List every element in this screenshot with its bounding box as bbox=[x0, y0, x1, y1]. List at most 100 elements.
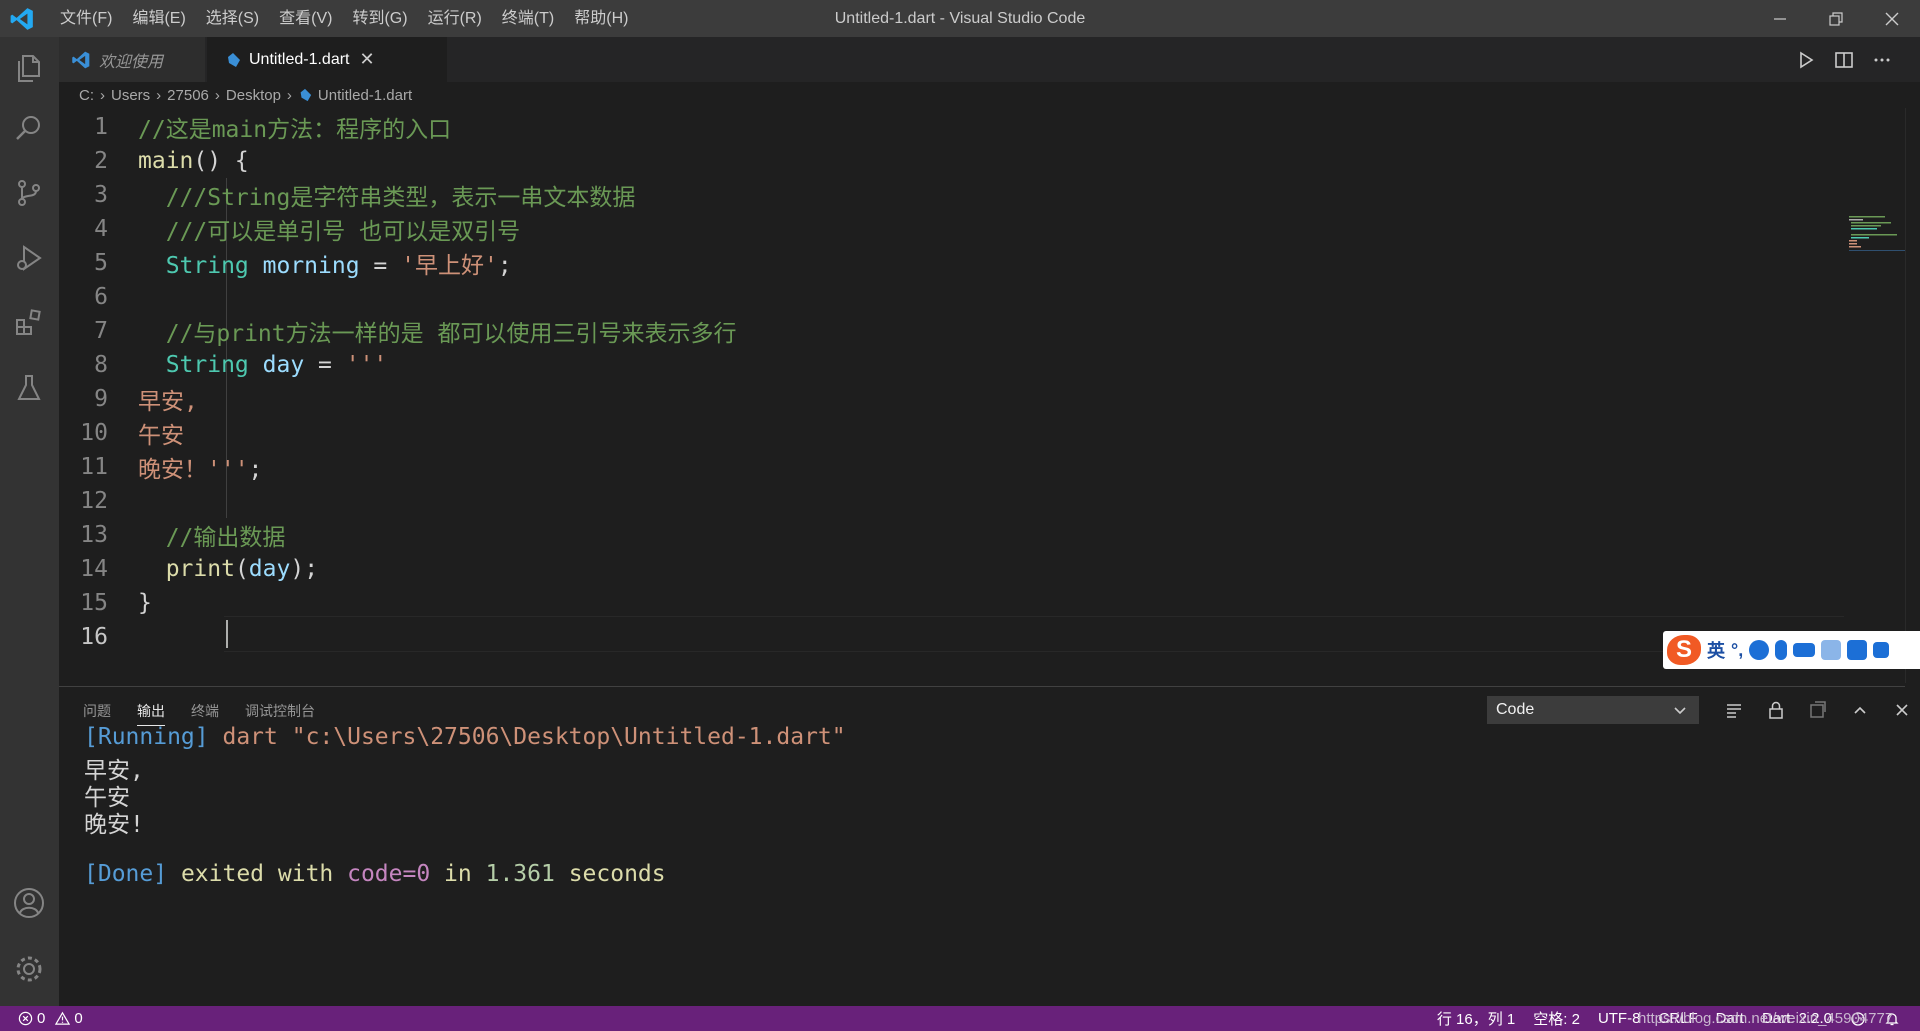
code-token: 晚安！''' bbox=[138, 457, 249, 483]
run-debug-button[interactable] bbox=[11, 240, 47, 276]
code-line: 13 //输出数据 bbox=[59, 518, 285, 552]
split-editor-icon[interactable] bbox=[1834, 50, 1854, 70]
chevron-right-icon: › bbox=[100, 86, 105, 104]
tab-untitled-1-dart[interactable]: Untitled-1.dart ✕ bbox=[207, 37, 447, 82]
line-number: 3 bbox=[94, 182, 108, 208]
lock-icon[interactable] bbox=[1766, 700, 1786, 720]
code-editor[interactable]: 1 //这是main方法：程序的入口 2 main() { 3 ///Strin… bbox=[59, 108, 1920, 683]
breadcrumb-item[interactable]: Desktop bbox=[226, 87, 281, 104]
tab-terminal[interactable]: 终端 bbox=[191, 701, 219, 726]
code-token: ; bbox=[497, 253, 512, 279]
code-line: 15 } bbox=[59, 586, 152, 620]
output-token: code=0 bbox=[347, 861, 431, 887]
tab-output[interactable]: 输出 bbox=[137, 701, 165, 726]
ime-mode[interactable]: 英 bbox=[1707, 637, 1725, 663]
menu-help[interactable]: 帮助(H) bbox=[564, 0, 638, 37]
code-line: 10 午安 bbox=[59, 416, 184, 450]
line-number: 6 bbox=[94, 284, 108, 310]
menu-view[interactable]: 查看(V) bbox=[269, 0, 342, 37]
menu-run[interactable]: 运行(R) bbox=[418, 0, 492, 37]
output-line: 晚安! bbox=[84, 812, 144, 838]
microphone-icon[interactable] bbox=[1775, 640, 1788, 660]
chevron-down-icon bbox=[1674, 707, 1686, 715]
breadcrumb-item[interactable]: Untitled-1.dart bbox=[318, 87, 412, 104]
extensions-button[interactable] bbox=[11, 304, 47, 340]
encoding[interactable]: UTF-8 bbox=[1598, 1010, 1641, 1027]
title-bar: 文件(F) 编辑(E) 选择(S) 查看(V) 转到(G) 运行(R) 终端(T… bbox=[0, 0, 1920, 37]
line-number: 1 bbox=[94, 114, 108, 140]
output-line: [Done] exited with code=0 in 1.361 secon… bbox=[84, 861, 666, 887]
menu-terminal[interactable]: 终端(T) bbox=[492, 0, 564, 37]
code-line: 9 早安, bbox=[59, 382, 198, 416]
menu-selection[interactable]: 选择(S) bbox=[196, 0, 269, 37]
code-line: 1 //这是main方法：程序的入口 bbox=[59, 110, 451, 144]
code-text: //这是main方法：程序的入口 bbox=[138, 117, 452, 143]
tab-problems[interactable]: 问题 bbox=[83, 701, 111, 726]
ime-toolbar[interactable]: S 英 °, bbox=[1663, 631, 1920, 669]
code-line: 3 ///String是字符串类型，表示一串文本数据 bbox=[59, 178, 635, 212]
skin-icon[interactable] bbox=[1847, 640, 1868, 660]
close-tab-button[interactable]: ✕ bbox=[360, 49, 375, 70]
emoji-icon[interactable] bbox=[1749, 640, 1770, 660]
cursor-position[interactable]: 行 16，列 1 bbox=[1437, 1008, 1515, 1029]
toolbox-icon[interactable] bbox=[1873, 642, 1890, 658]
menu-edit[interactable]: 编辑(E) bbox=[122, 0, 195, 37]
breadcrumb-item[interactable]: 27506 bbox=[167, 87, 209, 104]
explorer-button[interactable] bbox=[11, 50, 47, 86]
output-token: [Done] bbox=[84, 861, 168, 887]
punctuation-icon[interactable]: °, bbox=[1731, 640, 1743, 661]
testing-button[interactable] bbox=[11, 370, 47, 406]
vscode-logo-icon bbox=[10, 8, 33, 30]
breadcrumb-item[interactable]: Users bbox=[111, 87, 150, 104]
tab-welcome[interactable]: 欢迎使用 bbox=[59, 37, 205, 82]
breadcrumb-item[interactable]: C: bbox=[79, 87, 94, 104]
indentation[interactable]: 空格: 2 bbox=[1533, 1008, 1580, 1029]
code-token: day bbox=[248, 352, 305, 378]
code-token: ( bbox=[234, 556, 249, 582]
source-control-button[interactable] bbox=[11, 175, 47, 211]
problems-indicator[interactable]: 0 0 bbox=[18, 1006, 83, 1031]
settings-gear-icon bbox=[16, 956, 42, 982]
output-token: 1.361 bbox=[485, 861, 555, 887]
minimize-button[interactable] bbox=[1752, 0, 1808, 37]
menu-go[interactable]: 转到(G) bbox=[342, 0, 417, 37]
run-debug-icon bbox=[17, 245, 42, 271]
restore-button[interactable] bbox=[1808, 0, 1864, 37]
editor-scrollbar[interactable] bbox=[1905, 108, 1920, 683]
panel-tabs: 问题 输出 终端 调试控制台 bbox=[83, 701, 315, 726]
open-log-icon[interactable] bbox=[1808, 700, 1828, 720]
more-actions-icon[interactable] bbox=[1872, 50, 1892, 70]
line-number: 12 bbox=[80, 488, 108, 514]
code-token: String bbox=[138, 352, 249, 378]
source-control-icon bbox=[18, 180, 40, 206]
keyboard-icon[interactable] bbox=[1793, 643, 1816, 657]
settings-button[interactable] bbox=[11, 951, 47, 987]
maximize-panel-icon[interactable] bbox=[1850, 700, 1870, 720]
code-text: 早安, bbox=[138, 389, 198, 415]
run-icon[interactable] bbox=[1796, 50, 1816, 70]
code-token: () { bbox=[193, 148, 249, 174]
clear-output-icon[interactable] bbox=[1724, 700, 1744, 720]
output-token: "c:\Users\27506\Desktop\Untitled-1.dart" bbox=[291, 724, 846, 750]
tab-debug-console[interactable]: 调试控制台 bbox=[245, 701, 315, 726]
line-number: 13 bbox=[80, 522, 108, 548]
editor-actions bbox=[1796, 37, 1892, 82]
close-panel-icon[interactable] bbox=[1892, 700, 1912, 720]
output-token: [Running] bbox=[84, 724, 209, 750]
error-count: 0 bbox=[37, 1010, 46, 1027]
code-line: 12 bbox=[59, 484, 135, 518]
search-button[interactable] bbox=[11, 110, 47, 146]
user-icon[interactable] bbox=[1821, 640, 1842, 660]
menu-file[interactable]: 文件(F) bbox=[50, 0, 122, 37]
close-window-button[interactable] bbox=[1864, 0, 1920, 37]
tab-active-label: Untitled-1.dart bbox=[249, 50, 350, 68]
code-token: main bbox=[138, 148, 194, 174]
panel-actions bbox=[1724, 696, 1912, 724]
activity-bar bbox=[0, 37, 59, 1006]
output-channel-select[interactable]: Code bbox=[1487, 696, 1699, 724]
minimize-icon bbox=[1774, 17, 1786, 20]
extensions-icon bbox=[16, 309, 41, 335]
account-button[interactable] bbox=[11, 885, 47, 921]
code-text: //与print方法一样的是 都可以使用三引号来表示多行 bbox=[138, 321, 737, 347]
close-icon bbox=[1885, 12, 1899, 25]
